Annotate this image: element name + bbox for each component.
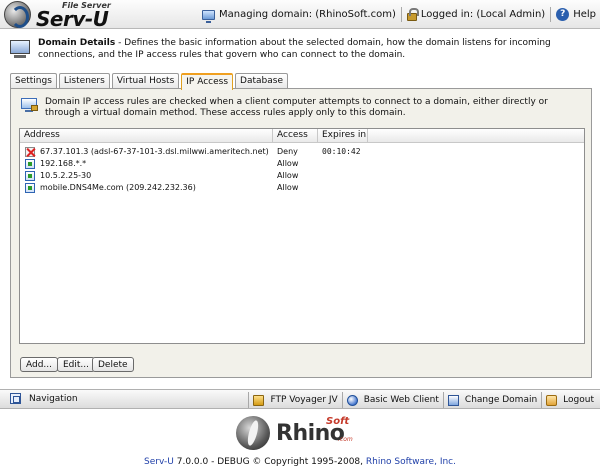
globe-icon [346,394,358,406]
deny-rule-icon [25,147,35,157]
basic-web-client-label: Basic Web Client [363,395,439,405]
allow-rule-icon [25,159,35,169]
row-access: Allow [277,159,299,168]
logout-button[interactable]: Logout [541,392,598,408]
rhino-horn-icon [236,416,270,450]
column-header-address[interactable]: Address [20,129,273,143]
navigation-label: Navigation [29,393,78,404]
row-access: Allow [277,171,299,180]
column-header-access[interactable]: Access [273,129,318,143]
table-header: Address Access Expires in [20,129,584,143]
navigation-toggle[interactable]: Navigation [10,393,78,404]
ftp-voyager-label: FTP Voyager JV [270,395,338,405]
logout-icon [546,394,558,406]
ftp-voyager-icon [253,394,265,406]
ip-access-panel: Domain IP access rules are checked when … [10,88,592,378]
delete-rule-button[interactable]: Delete [92,357,134,372]
bottom-toolbar: Navigation FTP Voyager JV Basic Web Clie… [0,389,600,409]
domain-details-section: Domain Details - Defines the basic infor… [8,37,592,71]
ftp-voyager-button[interactable]: FTP Voyager JV [248,392,341,408]
domain-details-title: Domain Details [38,38,116,48]
lock-icon [406,7,419,21]
table-row[interactable]: 10.5.2.25-30 Allow [20,170,584,182]
rhinosoft-logo: Rhino Soft .com [236,416,364,450]
change-domain-label: Change Domain [464,395,538,405]
allow-rule-icon [25,183,35,193]
tab-virtual-hosts[interactable]: Virtual Hosts [111,73,180,89]
serv-u-logo: File Server Serv-U [4,1,134,31]
row-access: Deny [277,147,298,156]
row-address: 67.37.101.3 (adsl-67-37-101-3.dsl.milwwi… [40,147,269,156]
change-domain-button[interactable]: Change Domain [442,392,541,408]
domain-tabs: Settings Listeners Virtual Hosts IP Acce… [10,73,290,90]
secure-computer-icon [21,98,39,114]
table-row[interactable]: mobile.DNS4Me.com (209.242.232.36) Allow [20,182,584,194]
com-logo-text: .com [338,436,353,443]
row-access: Allow [277,183,299,192]
help-label: Help [573,9,596,20]
monitor-icon [202,9,216,23]
computer-icon [8,40,32,60]
edit-rule-button[interactable]: Edit... [57,357,96,372]
rhino-software-link[interactable]: Rhino Software, Inc. [366,457,456,467]
add-rule-button[interactable]: Add... [20,357,59,372]
column-header-expires[interactable]: Expires in [318,129,368,143]
navigation-icon [10,393,21,404]
soft-logo-text: Soft [326,416,350,427]
header-divider [400,7,402,22]
ip-access-info-text: Domain IP access rules are checked when … [45,97,548,118]
tab-listeners[interactable]: Listeners [58,73,110,89]
table-row[interactable]: 67.37.101.3 (adsl-67-37-101-3.dsl.milwwi… [20,146,584,158]
tab-ip-access[interactable]: IP Access [181,73,234,90]
basic-web-client-button[interactable]: Basic Web Client [341,392,443,408]
serv-u-globe-icon [4,1,31,28]
help-icon: ? [556,8,570,21]
change-domain-icon [447,394,459,406]
managing-domain-link[interactable]: Managing domain: (RhinoSoft.com) [202,9,396,23]
ip-access-rules-table[interactable]: Address Access Expires in 67.37.101.3 (a… [19,128,585,344]
help-link[interactable]: ? Help [556,8,596,21]
header-divider [550,7,552,22]
row-address: 192.168.*.* [40,159,87,168]
row-address: mobile.DNS4Me.com (209.242.232.36) [40,183,196,192]
table-row[interactable]: 192.168.*.* Allow [20,158,584,170]
header-status-bar: Managing domain: (RhinoSoft.com) Logged … [202,7,596,23]
logged-in-label: Logged in: (Local Admin) [420,9,546,20]
logged-in-link[interactable]: Logged in: (Local Admin) [406,7,546,21]
copyright-line: Serv-U 7.0.0.0 - DEBUG © Copyright 1995-… [0,457,600,467]
tab-database[interactable]: Database [235,73,288,89]
row-address: 10.5.2.25-30 [40,171,92,180]
managing-domain-label: Managing domain: (RhinoSoft.com) [219,9,396,20]
toolbar-actions: FTP Voyager JV Basic Web Client Change D… [248,392,598,408]
ip-access-info: Domain IP access rules are checked when … [17,95,587,125]
row-expires: 00:10:42 [322,147,361,156]
logo-title: Serv-U [36,7,109,31]
top-header: File Server Serv-U Managing domain: (Rhi… [0,0,600,31]
serv-u-link[interactable]: Serv-U [144,457,174,467]
domain-details-description: Domain Details - Defines the basic infor… [38,37,592,61]
allow-rule-icon [25,171,35,181]
logout-label: Logout [563,395,594,405]
tab-settings[interactable]: Settings [10,73,57,89]
copyright-text: 7.0.0.0 - DEBUG © Copyright 1995-2008, [173,457,366,467]
domain-details-text: - Defines the basic information about th… [38,38,551,60]
